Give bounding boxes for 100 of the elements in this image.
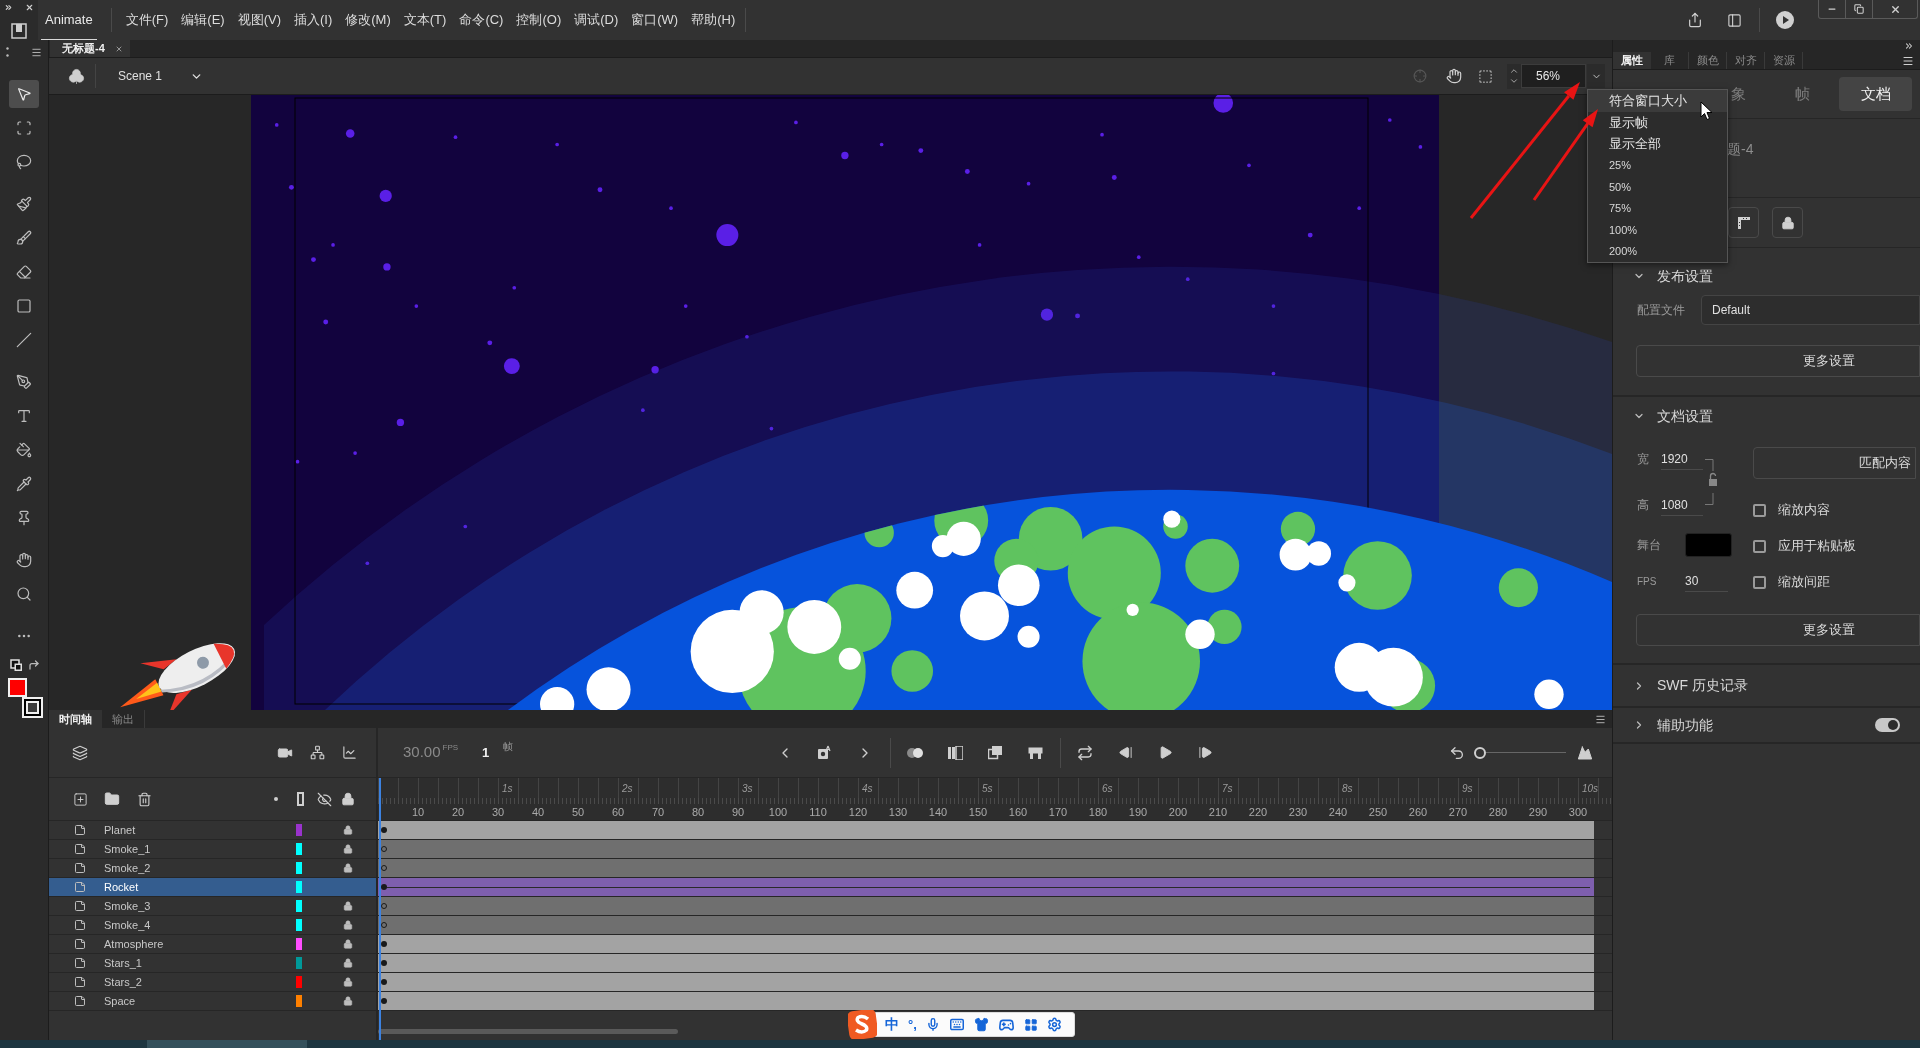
menu-item[interactable]: 文本(T)	[403, 10, 447, 30]
timeline-tab[interactable]: 输出	[102, 710, 145, 728]
zoom-slider[interactable]	[1474, 746, 1566, 759]
properties-subtab[interactable]: 文档	[1839, 77, 1912, 111]
magnifier-icon[interactable]	[16, 586, 32, 602]
corner-brackets-icon[interactable]	[16, 120, 32, 136]
stage-color-icon[interactable]	[1685, 533, 1732, 557]
mountain-icon[interactable]	[1575, 744, 1595, 761]
section-header[interactable]: 发布设置	[1633, 266, 1713, 286]
outline-rectangle-icon[interactable]	[296, 792, 304, 806]
pen-icon[interactable]	[16, 374, 32, 390]
keyboard-icon[interactable]	[948, 1017, 965, 1032]
height-field[interactable]: 1080	[1661, 494, 1703, 516]
timeline-tab[interactable]: 时间轴	[49, 710, 102, 728]
more-settings-button[interactable]: 更多设置	[1636, 614, 1920, 646]
toggle-switch[interactable]	[1875, 718, 1900, 732]
lasso-icon[interactable]	[16, 154, 32, 170]
menu-item[interactable]: 符合窗口大小	[1588, 90, 1727, 112]
time-ruler[interactable]: 1s 2s 3s 4s 5s 6s 7s 8s 9s 10s 10 20 30 40 50 60 70 80 90 100 110 120 130 140 150 160 170 180 190 200 210 220 230 240 250 260 270 280 290 300	[378, 778, 1612, 820]
section-header[interactable]: 辅助功能	[1613, 708, 1713, 742]
turn-arrow-icon[interactable]	[28, 659, 40, 671]
step-forward-icon[interactable]	[1197, 745, 1213, 760]
overlapping-squares-icon[interactable]	[987, 745, 1003, 760]
eyedropper-icon[interactable]	[16, 476, 32, 492]
expand-icon[interactable]	[4, 3, 13, 12]
checkbox[interactable]	[1753, 575, 1766, 589]
menu-item[interactable]: 插入(I)	[294, 10, 333, 30]
hand-icon[interactable]	[1446, 68, 1462, 84]
step-back-icon[interactable]	[1117, 745, 1133, 760]
document-tab[interactable]: 无标题-4	[50, 40, 130, 57]
layers-icon[interactable]	[72, 744, 88, 761]
menu-item[interactable]: 75%	[1588, 197, 1727, 219]
panel-menu-icon[interactable]	[1902, 54, 1914, 67]
dashed-square-icon[interactable]	[1478, 68, 1493, 84]
scene-selector[interactable]: Scene 1	[118, 67, 204, 85]
line-graph-icon[interactable]	[341, 745, 357, 760]
hierarchy-icon[interactable]	[309, 745, 325, 760]
layer-row[interactable]: Rocket	[49, 878, 378, 896]
menu-item[interactable]: 显示全部	[1588, 133, 1727, 155]
lock-icon[interactable]	[341, 792, 355, 806]
rectangle-icon[interactable]	[16, 298, 32, 314]
undo-icon[interactable]	[1449, 744, 1465, 761]
menu-item[interactable]: 50%	[1588, 176, 1727, 198]
stroke-color-icon[interactable]	[22, 697, 43, 718]
grip-icon[interactable]	[6, 47, 9, 57]
lock-icon[interactable]	[343, 939, 353, 949]
brush-icon[interactable]	[16, 230, 32, 246]
frame-span[interactable]	[378, 878, 1594, 896]
menu-item[interactable]: 调试(D)	[574, 10, 619, 30]
menu-item[interactable]: 命令(C)	[459, 10, 504, 30]
link-lock-icon[interactable]	[1705, 459, 1719, 505]
lock-icon[interactable]	[343, 863, 353, 873]
lock-icon[interactable]	[343, 844, 353, 854]
loop-icon[interactable]	[1077, 744, 1094, 761]
folder-icon[interactable]	[104, 791, 120, 807]
trash-icon[interactable]	[136, 791, 152, 807]
sidebar-panel-icon[interactable]	[1726, 12, 1743, 28]
punctuation-toggle[interactable]: °,	[908, 1014, 917, 1035]
panel-layout-icon[interactable]	[11, 23, 27, 39]
menu-item[interactable]: 帮助(H)	[691, 10, 736, 30]
club-icon[interactable]	[68, 67, 85, 85]
settings-icon[interactable]	[1046, 1017, 1062, 1032]
panel-menu-icon[interactable]	[1595, 713, 1606, 725]
pin-icon[interactable]	[16, 510, 32, 526]
paintbrush-icon[interactable]	[16, 196, 32, 212]
microphone-icon[interactable]	[925, 1017, 940, 1032]
lock-button[interactable]	[1772, 207, 1803, 238]
menu-item[interactable]: 文件(F)	[125, 10, 169, 30]
lock-icon[interactable]	[343, 958, 353, 968]
menu-item[interactable]: 视图(V)	[237, 10, 281, 30]
section-header[interactable]: 文档设置	[1613, 397, 1920, 435]
lock-icon[interactable]	[343, 977, 353, 987]
width-field[interactable]: 1920	[1661, 448, 1703, 470]
menu-item[interactable]: 25%	[1588, 154, 1727, 176]
onion-skin-icon[interactable]	[906, 746, 925, 759]
eraser-icon[interactable]	[16, 264, 32, 280]
lock-icon[interactable]	[343, 825, 353, 835]
color-squares-icon[interactable]	[10, 659, 23, 672]
section-header[interactable]: SWF 历史记录	[1613, 665, 1748, 706]
play-circle-icon[interactable]	[1776, 11, 1794, 29]
checkbox[interactable]	[1753, 503, 1766, 517]
more-settings-button[interactable]: 更多设置	[1636, 345, 1920, 377]
slider-thumb[interactable]	[1474, 746, 1486, 759]
bracket-icon[interactable]	[1027, 746, 1043, 759]
shirt-icon[interactable]	[973, 1017, 989, 1032]
fill-color-icon[interactable]	[8, 678, 27, 697]
panel-tab[interactable]: 颜色	[1689, 52, 1727, 69]
paint-bucket-icon[interactable]	[16, 442, 32, 458]
menu-item[interactable]: 200%	[1588, 240, 1727, 262]
play-icon[interactable]	[1157, 745, 1173, 760]
add-layer-icon[interactable]	[72, 791, 88, 807]
menu-item[interactable]: 100%	[1588, 219, 1727, 241]
current-frame[interactable]: 1	[482, 742, 490, 763]
line-icon[interactable]	[16, 332, 32, 348]
input-mode-toggle[interactable]: 中	[885, 1014, 899, 1035]
lock-icon[interactable]	[343, 901, 353, 911]
s-logo-icon[interactable]	[848, 1010, 877, 1039]
panel-tab[interactable]: 属性	[1613, 52, 1651, 69]
menu-item[interactable]: 控制(O)	[516, 10, 562, 30]
panel-tab[interactable]: 对齐	[1727, 52, 1765, 69]
